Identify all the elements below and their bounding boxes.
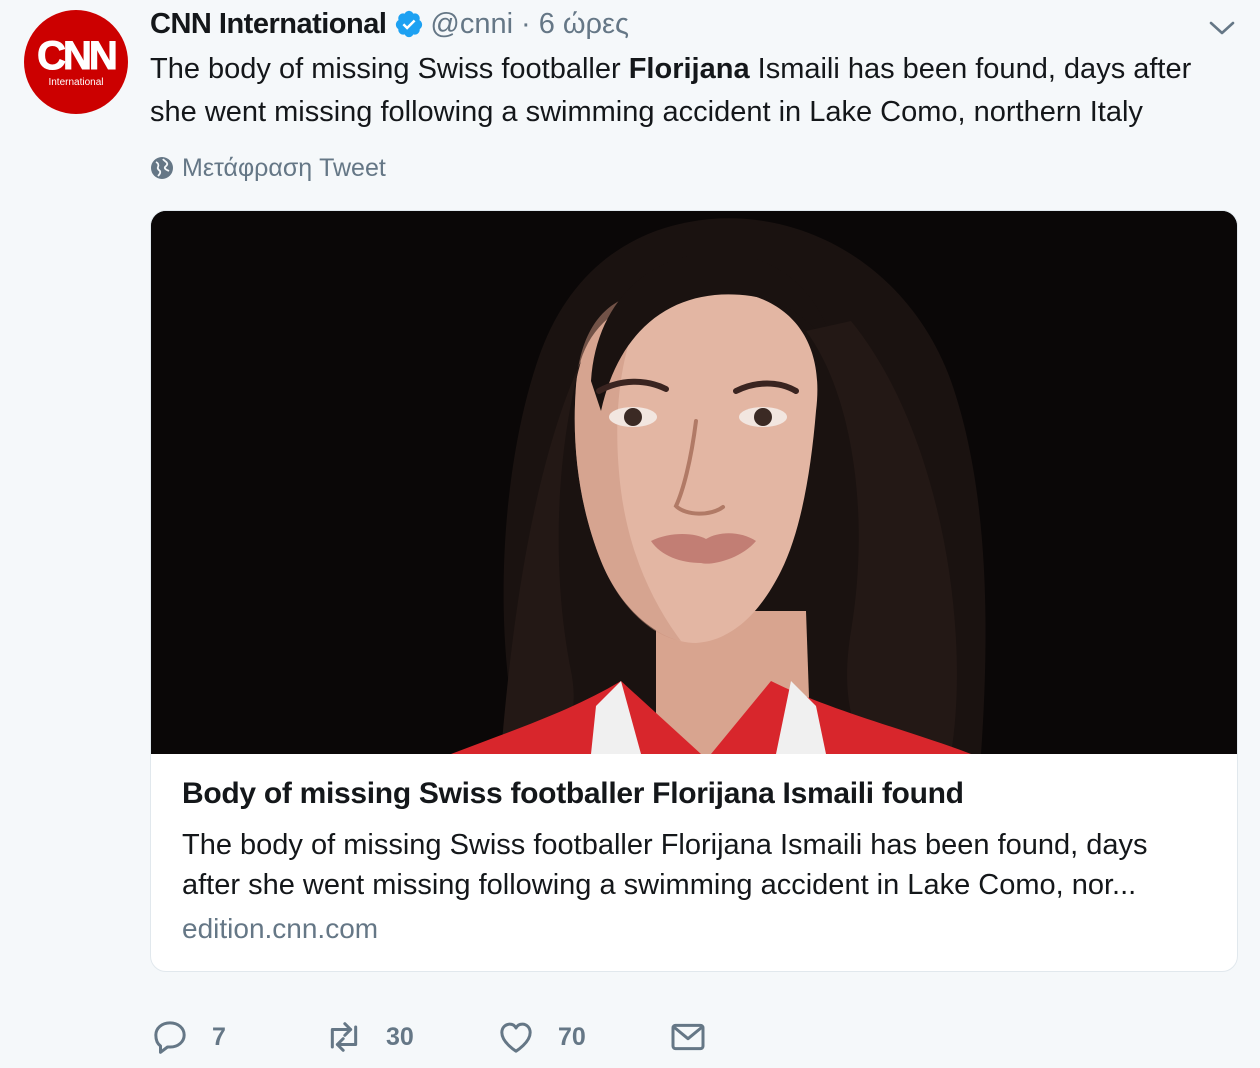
retweet-icon xyxy=(330,1022,358,1052)
direct-message-button[interactable] xyxy=(668,1012,730,1062)
header-separator: · xyxy=(521,7,531,40)
card-domain: edition.cnn.com xyxy=(182,913,379,944)
link-card[interactable]: Body of missing Swiss footballer Florija… xyxy=(150,210,1238,972)
translate-tweet-link[interactable]: Μετάφραση Tweet xyxy=(150,152,386,184)
like-button[interactable]: 70 xyxy=(496,1012,586,1062)
retweet-button[interactable]: 30 xyxy=(324,1012,414,1062)
card-image xyxy=(151,211,1237,754)
portrait-image xyxy=(151,211,1237,754)
tweet[interactable]: CNN International CNN International @cnn… xyxy=(0,0,1260,1068)
like-count: 70 xyxy=(558,1022,586,1051)
reply-count: 7 xyxy=(212,1022,226,1051)
card-title: Body of missing Swiss footballer Florija… xyxy=(182,777,964,810)
chevron-down-icon[interactable] xyxy=(1208,18,1236,38)
envelope-icon xyxy=(671,1023,705,1051)
avatar-logo: CNN xyxy=(37,33,119,78)
reply-button[interactable]: 7 xyxy=(150,1012,226,1062)
tweet-text: The body of missing Swiss footballer Flo… xyxy=(150,48,1240,134)
translate-label: Μετάφραση Tweet xyxy=(182,153,386,182)
globe-icon xyxy=(151,157,173,179)
avatar-subtitle: International xyxy=(48,76,104,88)
author-name[interactable]: CNN International xyxy=(150,8,387,41)
tweet-text-highlight: Florijana xyxy=(628,53,750,85)
reply-icon xyxy=(154,1021,186,1054)
tweet-timestamp[interactable]: 6 ώρες xyxy=(539,8,629,41)
tweet-text-start: The body of missing Swiss footballer xyxy=(150,53,629,85)
avatar[interactable]: CNN International xyxy=(24,10,128,114)
author-handle[interactable]: @cnni xyxy=(430,8,513,41)
heart-icon xyxy=(500,1022,532,1053)
tweet-actions: 7 30 70 xyxy=(150,1012,750,1062)
verified-badge-icon xyxy=(396,10,423,38)
retweet-count: 30 xyxy=(386,1022,414,1051)
tweet-header: CNN International @cnni · 6 ώρες xyxy=(150,6,629,42)
card-description: The body of missing Swiss footballer Flo… xyxy=(182,829,1148,901)
